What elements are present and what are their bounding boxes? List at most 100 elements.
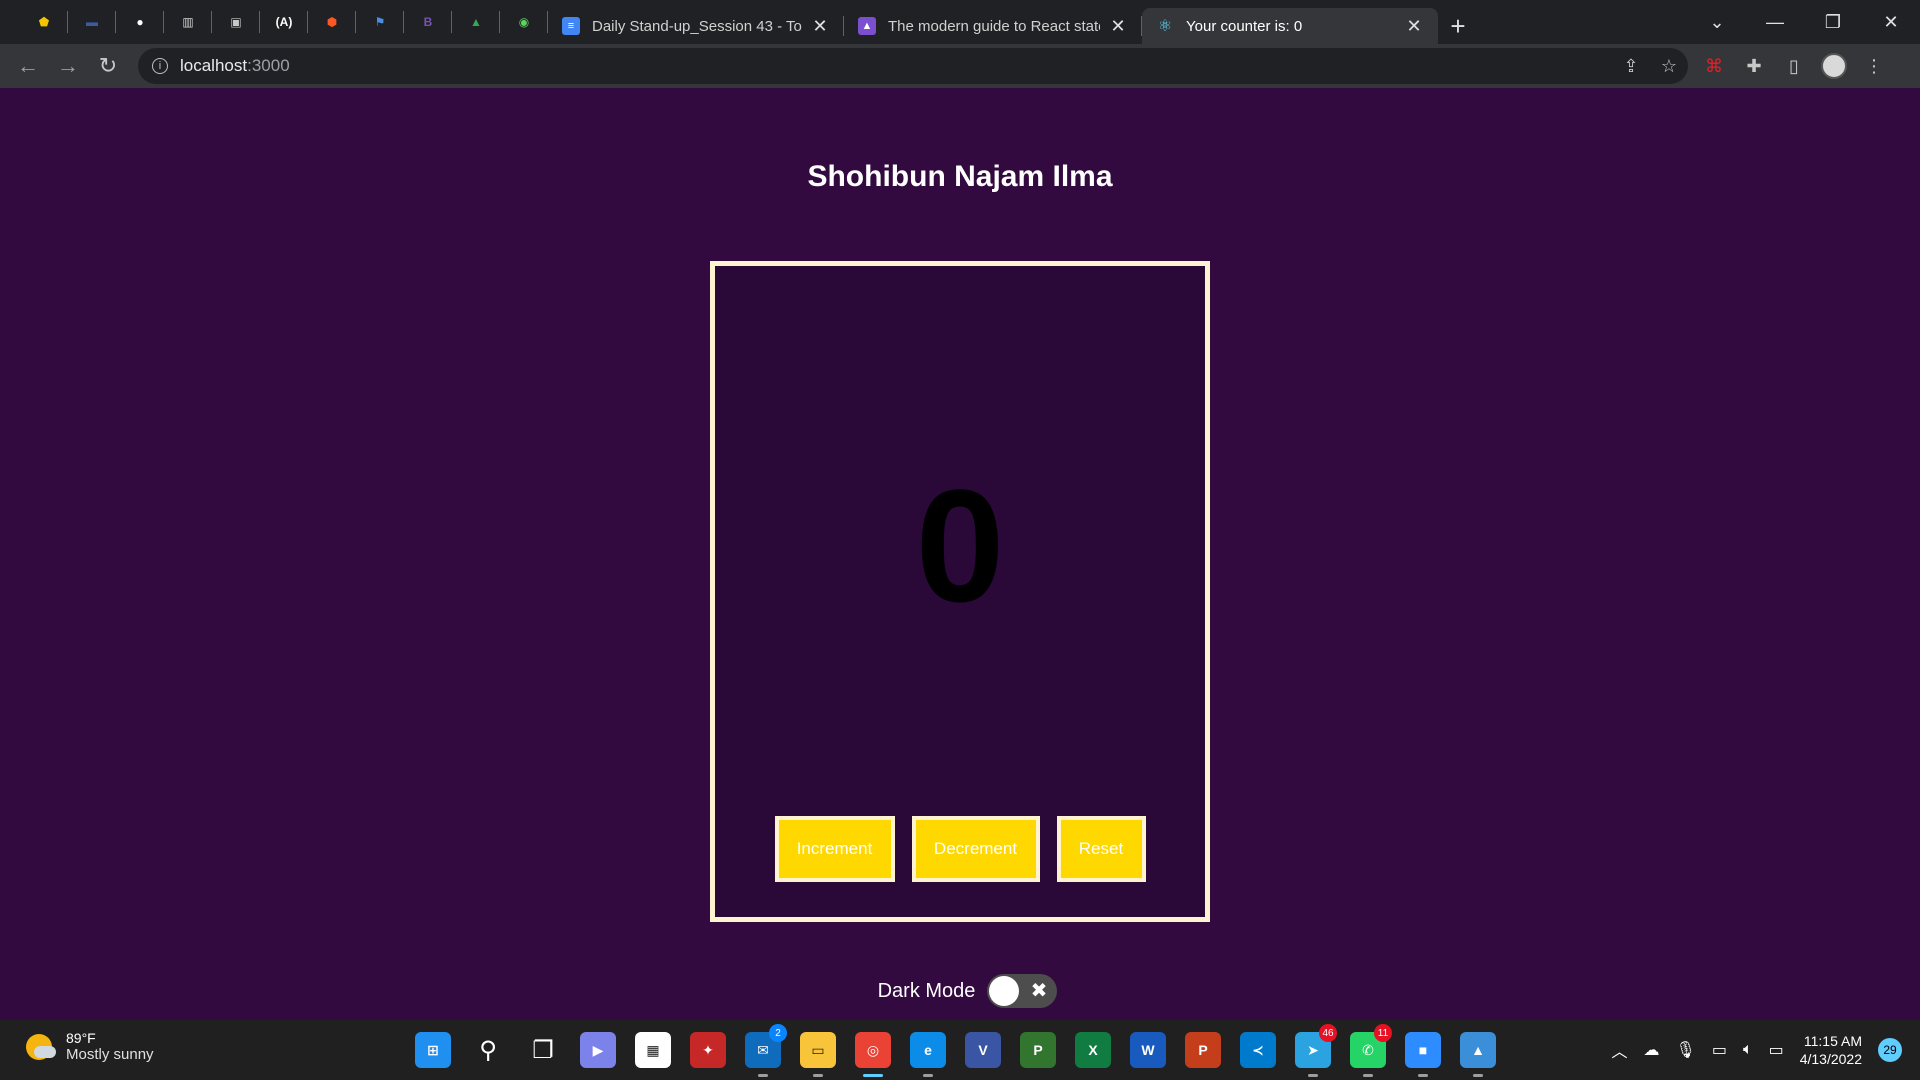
clock[interactable]: 11:15 AM 4/13/2022 (1800, 1032, 1862, 1068)
windows-start-icon[interactable]: ⊞ (415, 1032, 451, 1068)
running-indicator (923, 1074, 933, 1077)
system-tray: ︿ ☁ 🎙︎ ▭ 🔈︎ ▭ 11:15 AM 4/13/2022 29 (1612, 1020, 1902, 1080)
weather-condition: Mostly sunny (66, 1046, 154, 1063)
whatsapp-icon[interactable]: ✆ 11 (1350, 1024, 1392, 1077)
task-view-icon[interactable]: ❐ (525, 1032, 561, 1068)
pinned-tab[interactable]: ⬢ (308, 0, 356, 44)
counter-value: 0 (915, 456, 1005, 635)
chevron-up-icon[interactable]: ︿ (1612, 1038, 1628, 1062)
github-icon: ● (136, 15, 144, 29)
reload-icon[interactable]: ↻ (88, 46, 128, 86)
tab-react-state-guide[interactable]: ▲ The modern guide to React state ✕ (844, 8, 1142, 44)
running-indicator (1308, 1074, 1318, 1077)
word-icon[interactable]: W (1130, 1032, 1166, 1068)
pinned-tab[interactable]: ▬ (68, 0, 116, 44)
close-tab-icon[interactable]: ✕ (1108, 16, 1128, 36)
trello-icon: ▥ (182, 15, 194, 29)
menu-kebab-icon[interactable]: ⋮ (1854, 46, 1894, 86)
url-host: localhost (180, 56, 248, 75)
tab-title: Daily Stand-up_Session 43 - Topi (592, 17, 802, 35)
notification-count-badge: 2 (769, 1024, 787, 1042)
weather-temp: 89°F (66, 1030, 96, 1046)
side-panel-icon[interactable]: ▯ (1774, 46, 1814, 86)
site-info-icon[interactable]: i (152, 58, 168, 74)
profile-avatar[interactable] (1814, 46, 1854, 86)
tab-daily-standup[interactable]: ≡ Daily Stand-up_Session 43 - Topi ✕ (548, 8, 844, 44)
photos-icon[interactable]: ▲ (1460, 1032, 1496, 1077)
minimize-button[interactable]: — (1746, 0, 1804, 44)
close-window-button[interactable]: ✕ (1862, 0, 1920, 44)
running-indicator (813, 1074, 823, 1077)
microphone-icon[interactable]: 🎙︎ (1676, 1040, 1696, 1060)
visio-icon[interactable]: V (965, 1032, 1001, 1068)
pinned-tab[interactable]: ◉ (500, 0, 548, 44)
new-tab-button[interactable]: + (1438, 8, 1478, 44)
share-icon[interactable]: ⇪ (1612, 56, 1650, 77)
notification-count-badge: 46 (1319, 1024, 1337, 1042)
restore-button[interactable]: ❐ (1804, 0, 1862, 44)
teams-chat-icon[interactable]: ▶ (580, 1032, 616, 1068)
pinned-tab[interactable]: ⚑ (356, 0, 404, 44)
address-bar[interactable]: i localhost :3000 ⇪ ☆ (138, 48, 1688, 84)
notification-badge[interactable]: 29 (1878, 1038, 1902, 1062)
weather-widget[interactable]: 89°F Mostly sunny (26, 1030, 154, 1063)
game-app-icon[interactable]: ✦ (690, 1032, 726, 1068)
edge-icon[interactable]: e (910, 1032, 946, 1077)
browser-toolbar: ← → ↻ i localhost :3000 ⇪ ☆ ⌘ ✚ ▯ ⋮ (0, 44, 1920, 88)
pinned-tab[interactable]: ▥ (164, 0, 212, 44)
pinned-tab[interactable]: ▣ (212, 0, 260, 44)
file-explorer-icon[interactable]: ▭ (800, 1032, 836, 1077)
running-indicator (758, 1074, 768, 1077)
increment-button[interactable]: Increment (774, 816, 895, 882)
dark-mode-label: Dark Mode (877, 979, 976, 1002)
api-icon: (A) (275, 15, 293, 29)
bootstrap-icon: B (423, 15, 433, 29)
mail-icon[interactable]: ✉ 2 (745, 1024, 787, 1077)
vscode-icon[interactable]: ≺ (1240, 1032, 1276, 1068)
battery-icon[interactable]: ▭ (1769, 1040, 1784, 1060)
pinned-tab[interactable]: (A) (260, 0, 308, 44)
telegram-icon[interactable]: ➤ 46 (1295, 1024, 1337, 1077)
flag-icon: ⚑ (374, 15, 386, 29)
reset-button[interactable]: Reset (1056, 816, 1146, 882)
tab-title: The modern guide to React state (888, 17, 1100, 35)
project-icon[interactable]: P (1020, 1032, 1056, 1068)
close-tab-icon[interactable]: ✕ (1404, 16, 1424, 36)
dark-mode-toggle[interactable]: ✖ (987, 974, 1058, 1008)
onedrive-cloud-icon[interactable]: ☁ (1644, 1040, 1660, 1060)
microsoft-store-icon[interactable]: ▦ (635, 1032, 671, 1068)
clock-date: 4/13/2022 (1799, 1051, 1862, 1067)
url-port: :3000 (247, 56, 290, 75)
google-docs-icon: ≡ (562, 17, 580, 35)
pinned-tab[interactable]: ● (116, 0, 164, 44)
decrement-button[interactable]: Decrement (911, 816, 1040, 882)
toggle-knob (989, 976, 1020, 1006)
app-page: Shohibun Najam Ilma 0 Increment Decremen… (0, 88, 1920, 1020)
volume-icon[interactable]: 🔈︎ (1743, 1041, 1753, 1059)
chrome-icon[interactable]: ◎ (855, 1032, 891, 1077)
zoom-icon[interactable]: ■ (1405, 1032, 1441, 1077)
page-title: Shohibun Najam Ilma (807, 160, 1113, 193)
tab-counter[interactable]: ⚛ Your counter is: 0 ✕ (1142, 8, 1438, 44)
taskbar-apps: ⊞ ⚲ ❐ ▶ ▦ ✦ ✉ 2 ▭ ◎ e V P X W P ≺ ➤ 46 ✆ 11 ■ ▲ (415, 1020, 1496, 1080)
pinned-tab[interactable]: ⬟ (20, 0, 68, 44)
extensions-puzzle-icon[interactable]: ✚ (1734, 46, 1774, 86)
bookmark-star-icon[interactable]: ☆ (1650, 56, 1688, 77)
close-tab-icon[interactable]: ✕ (810, 16, 830, 36)
pinned-tab[interactable]: B (404, 0, 452, 44)
close-icon: ✖ (1030, 980, 1048, 1002)
back-icon[interactable]: ← (8, 46, 48, 86)
search-icon[interactable]: ⚲ (470, 1032, 506, 1068)
university-crest-icon: ⬟ (38, 15, 50, 29)
pinned-tabs: ⬟ ▬ ● ▥ ▣ (A) ⬢ ⚑ B ▲ ◉ (0, 0, 548, 44)
powerpoint-icon[interactable]: P (1185, 1032, 1221, 1068)
acrobat-extension-icon[interactable]: ⌘ (1694, 46, 1734, 86)
shield-icon: ⬢ (326, 15, 338, 29)
running-indicator (1473, 1074, 1483, 1077)
excel-icon[interactable]: X (1075, 1032, 1111, 1068)
pinned-tab[interactable]: ▲ (452, 0, 500, 44)
tab-search-icon[interactable]: ⌄ (1688, 0, 1746, 44)
network-icon[interactable]: ▭ (1712, 1040, 1727, 1060)
forward-icon[interactable]: → (48, 46, 88, 86)
running-indicator (863, 1074, 883, 1077)
